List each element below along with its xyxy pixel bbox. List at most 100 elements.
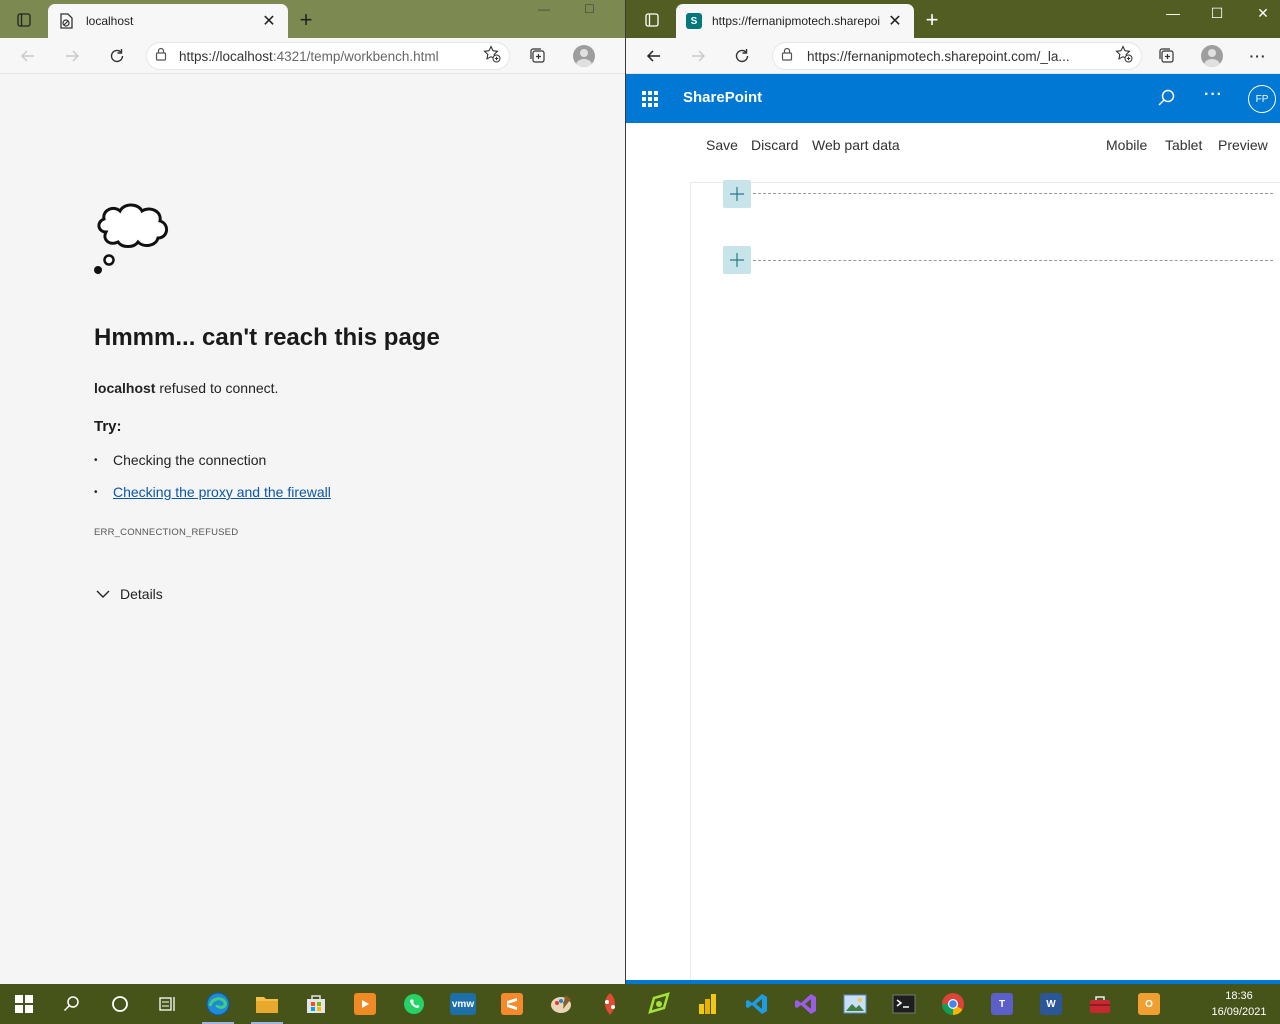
tab-title: https://fernanipmotech.sharepoi (712, 14, 881, 28)
whatsapp-icon[interactable] (398, 988, 430, 1020)
collections-icon[interactable] (524, 42, 552, 70)
error-message: localhost refused to connect. (94, 380, 279, 396)
app-launcher-waffle-icon[interactable] (642, 91, 658, 107)
edge-icon[interactable] (202, 988, 234, 1024)
paint-icon[interactable] (545, 988, 577, 1020)
preview-button[interactable]: Preview (1218, 137, 1268, 153)
suggestion-item: • Checking the connection (94, 452, 267, 468)
more-options-icon[interactable]: ··· (1204, 86, 1223, 104)
windows-taskbar: vmw T W O 18:36 16/09/2021 (0, 984, 1280, 1024)
maximize-icon[interactable]: ☐ (584, 2, 595, 16)
right-tab-strip: S https://fernanipmotech.sharepoi ✕ + — … (626, 0, 1280, 38)
toolbox-icon[interactable] (1084, 988, 1116, 1020)
left-browser-window: localhost ✕ + — ☐ https://localhost:4321… (0, 0, 627, 984)
minimize-icon[interactable]: — (538, 2, 550, 16)
save-button[interactable]: Save (706, 137, 738, 153)
file-explorer-icon[interactable] (251, 988, 283, 1024)
power-bi-icon[interactable] (692, 988, 724, 1020)
new-tab-button[interactable]: + (294, 7, 318, 32)
right-navigation-toolbar: https://fernanipmotech.sharepoint.com/_l… (626, 38, 1280, 74)
terminal-icon[interactable] (888, 988, 920, 1020)
tab-actions-icon[interactable] (640, 8, 664, 32)
profile-avatar[interactable] (1198, 42, 1226, 70)
close-window-icon[interactable]: ✕ (1248, 2, 1278, 24)
error-code: ERR_CONNECTION_REFUSED (94, 527, 239, 538)
refresh-icon[interactable] (728, 42, 756, 70)
add-section-button[interactable] (723, 180, 751, 208)
maximize-icon[interactable]: ☐ (1202, 2, 1232, 24)
collections-icon[interactable] (1153, 42, 1181, 70)
clock-time: 18:36 (1225, 990, 1253, 1002)
sharepoint-favicon-icon: S (686, 13, 702, 29)
word-icon[interactable]: W (1035, 988, 1067, 1020)
cortana-icon[interactable] (104, 988, 136, 1020)
vscode-icon[interactable] (741, 988, 773, 1020)
sharepoint-title[interactable]: SharePoint (683, 89, 762, 106)
search-icon[interactable] (1156, 88, 1176, 113)
tab-localhost[interactable]: localhost ✕ (48, 4, 288, 38)
refresh-icon[interactable] (103, 42, 131, 70)
store-icon[interactable] (300, 988, 332, 1020)
chrome-icon[interactable] (937, 988, 969, 1020)
settings-more-icon[interactable]: ··· (1244, 42, 1272, 70)
chevron-down-icon (96, 586, 110, 602)
forward-icon[interactable] (58, 42, 86, 70)
tab-title: localhost (86, 14, 134, 28)
left-navigation-toolbar: https://localhost:4321/temp/workbench.ht… (0, 38, 627, 74)
system-clock[interactable]: 18:36 16/09/2021 (1204, 988, 1274, 1020)
error-title: Hmmm... can't reach this page (94, 324, 440, 351)
workbench-command-bar: Save Discard Web part data Mobile Tablet… (626, 123, 1280, 167)
web-part-data-button[interactable]: Web part data (812, 137, 900, 153)
tab-close-icon[interactable]: ✕ (260, 11, 278, 31)
tab-sharepoint[interactable]: S https://fernanipmotech.sharepoi ✕ (676, 4, 914, 38)
try-heading: Try: (94, 418, 122, 435)
user-avatar[interactable]: FP (1248, 85, 1276, 113)
error-page: Hmmm... can't reach this page localhost … (0, 74, 627, 984)
git-icon[interactable] (594, 988, 626, 1020)
right-browser-window: S https://fernanipmotech.sharepoi ✕ + — … (625, 0, 1280, 984)
suggestion-item: • Checking the proxy and the firewall (94, 484, 331, 500)
photos-icon[interactable] (839, 988, 871, 1020)
broken-page-icon (58, 13, 74, 29)
teams-icon[interactable]: T (986, 988, 1018, 1020)
forward-icon[interactable] (684, 42, 712, 70)
minimize-icon[interactable]: — (1158, 2, 1188, 24)
back-icon[interactable] (640, 42, 668, 70)
back-icon[interactable] (14, 42, 42, 70)
thought-bubble-icon (92, 202, 172, 283)
notepad-plus-icon[interactable] (643, 988, 675, 1020)
profile-avatar[interactable] (570, 42, 598, 70)
site-info-lock-icon[interactable] (781, 47, 793, 66)
sharepoint-suite-bar: SharePoint ··· FP (626, 74, 1280, 123)
outlook-icon[interactable]: O (1133, 988, 1165, 1020)
mobile-button[interactable]: Mobile (1106, 137, 1147, 153)
tab-close-icon[interactable]: ✕ (886, 11, 904, 31)
new-tab-button[interactable]: + (920, 7, 944, 32)
sublime-icon[interactable] (496, 988, 528, 1020)
media-player-icon[interactable] (349, 988, 381, 1020)
address-url[interactable]: https://fernanipmotech.sharepoint.com/_l… (807, 49, 1115, 64)
task-view-icon[interactable] (152, 988, 184, 1020)
address-bar[interactable]: https://localhost:4321/temp/workbench.ht… (146, 42, 510, 70)
start-windows-icon[interactable] (8, 988, 40, 1020)
web-part-divider (753, 260, 1273, 261)
vmware-icon[interactable]: vmw (447, 988, 479, 1020)
left-tab-strip: localhost ✕ + — ☐ (0, 0, 627, 38)
add-favorite-icon[interactable] (483, 44, 501, 68)
add-web-part-button[interactable] (723, 246, 751, 274)
address-bar[interactable]: https://fernanipmotech.sharepoint.com/_l… (772, 42, 1142, 70)
discard-button[interactable]: Discard (751, 137, 798, 153)
add-favorite-icon[interactable] (1115, 44, 1133, 68)
tab-actions-icon[interactable] (10, 8, 38, 32)
details-toggle[interactable]: Details (96, 586, 163, 602)
proxy-firewall-link[interactable]: Checking the proxy and the firewall (113, 484, 331, 500)
clock-date: 16/09/2021 (1211, 1006, 1267, 1018)
search-icon[interactable] (56, 988, 88, 1020)
address-url[interactable]: https://localhost:4321/temp/workbench.ht… (179, 49, 483, 64)
site-info-lock-icon[interactable] (155, 47, 167, 66)
workbench-canvas (690, 180, 1280, 982)
tablet-button[interactable]: Tablet (1165, 137, 1202, 153)
section-divider (753, 193, 1273, 194)
visual-studio-icon[interactable] (790, 988, 822, 1020)
details-label: Details (120, 586, 163, 602)
